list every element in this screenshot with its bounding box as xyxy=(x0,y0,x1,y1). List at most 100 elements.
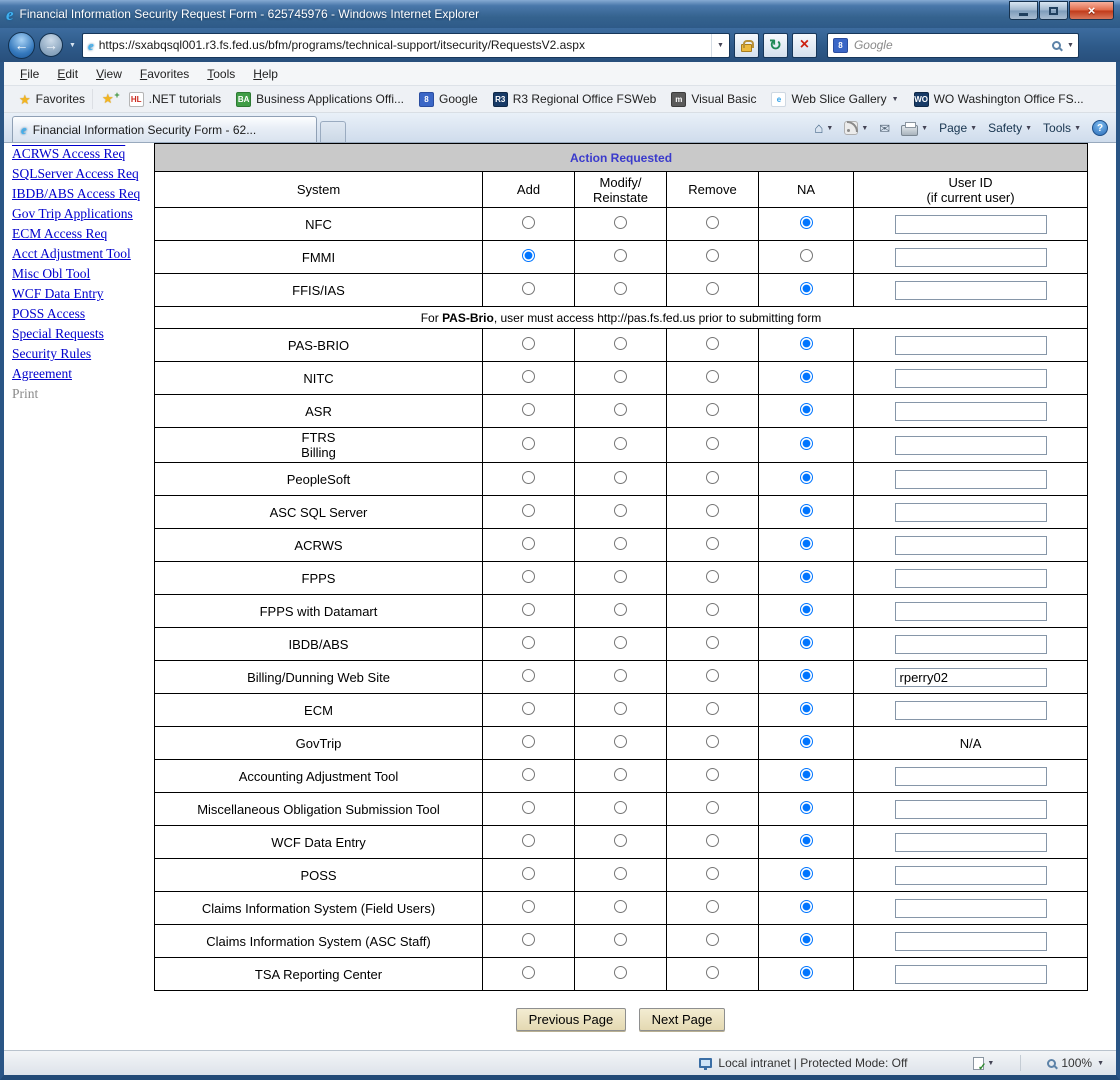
menu-view[interactable]: View xyxy=(88,64,130,84)
radio-nitc-add[interactable] xyxy=(522,370,535,383)
sidebar-link-ibdb-abs-access-req[interactable]: IBDB/ABS Access Req xyxy=(12,186,150,202)
stop-button[interactable]: × xyxy=(792,33,817,58)
history-chevron-icon[interactable]: ▼ xyxy=(67,42,78,49)
favorite-google[interactable]: 8Google xyxy=(413,89,484,110)
favorite-business-applications-offi[interactable]: BABusiness Applications Offi... xyxy=(230,89,410,110)
radio-miscellaneous-obligation-submission-tool-add[interactable] xyxy=(522,801,535,814)
tab-financial-security-form[interactable]: e Financial Information Security Form - … xyxy=(12,116,317,142)
page-menu-button[interactable]: Page ▼ xyxy=(939,121,977,135)
userid-input-nfc[interactable] xyxy=(895,215,1047,234)
userid-input-claims-information-system-asc-staff[interactable] xyxy=(895,932,1047,951)
radio-wcf-data-entry-na[interactable] xyxy=(800,834,813,847)
radio-peoplesoft-remove[interactable] xyxy=(706,471,719,484)
close-button[interactable]: × xyxy=(1069,1,1114,20)
radio-govtrip-add[interactable] xyxy=(522,735,535,748)
radio-asr-add[interactable] xyxy=(522,403,535,416)
radio-pas-brio-modify[interactable] xyxy=(614,337,627,350)
radio-acrws-modify[interactable] xyxy=(614,537,627,550)
radio-nfc-modify[interactable] xyxy=(614,216,627,229)
print-button[interactable]: ▼ xyxy=(901,121,928,136)
userid-input-poss[interactable] xyxy=(895,866,1047,885)
userid-input-asc-sql-server[interactable] xyxy=(895,503,1047,522)
radio-asr-modify[interactable] xyxy=(614,403,627,416)
radio-ecm-remove[interactable] xyxy=(706,702,719,715)
radio-asr-na[interactable] xyxy=(800,403,813,416)
radio-fpps-with-datamart-modify[interactable] xyxy=(614,603,627,616)
radio-ibdb-abs-modify[interactable] xyxy=(614,636,627,649)
userid-input-nitc[interactable] xyxy=(895,369,1047,388)
favorite-net-tutorials[interactable]: HL.NET tutorials xyxy=(123,89,227,110)
sidebar-link-security-rules[interactable]: Security Rules xyxy=(12,346,150,362)
favorite-r3-regional-office-fsweb[interactable]: R3R3 Regional Office FSWeb xyxy=(487,89,663,110)
radio-billing-dunning-web-site-add[interactable] xyxy=(522,669,535,682)
radio-ftrs-billing-add[interactable] xyxy=(522,437,535,450)
radio-fpps-with-datamart-na[interactable] xyxy=(800,603,813,616)
radio-wcf-data-entry-modify[interactable] xyxy=(614,834,627,847)
radio-acrws-na[interactable] xyxy=(800,537,813,550)
radio-govtrip-modify[interactable] xyxy=(614,735,627,748)
radio-accounting-adjustment-tool-modify[interactable] xyxy=(614,768,627,781)
userid-input-fmmi[interactable] xyxy=(895,248,1047,267)
read-mail-button[interactable]: ✉ xyxy=(879,122,890,135)
radio-ecm-add[interactable] xyxy=(522,702,535,715)
radio-ffis-ias-add[interactable] xyxy=(522,282,535,295)
radio-nfc-add[interactable] xyxy=(522,216,535,229)
radio-ibdb-abs-remove[interactable] xyxy=(706,636,719,649)
radio-asc-sql-server-add[interactable] xyxy=(522,504,535,517)
radio-fmmi-modify[interactable] xyxy=(614,249,627,262)
radio-asc-sql-server-remove[interactable] xyxy=(706,504,719,517)
userid-input-miscellaneous-obligation-submission-tool[interactable] xyxy=(895,800,1047,819)
radio-ftrs-billing-remove[interactable] xyxy=(706,437,719,450)
favorite-visual-basic[interactable]: mVisual Basic xyxy=(665,89,762,110)
sidebar-link-wcf-data-entry[interactable]: WCF Data Entry xyxy=(12,286,150,302)
add-favorites-button[interactable]: ★ + xyxy=(96,89,120,109)
url-text[interactable]: https://sxabqsql001.r3.fs.fed.us/bfm/pro… xyxy=(99,38,706,52)
radio-peoplesoft-add[interactable] xyxy=(522,471,535,484)
radio-claims-information-system-field-users-add[interactable] xyxy=(522,900,535,913)
maximize-button[interactable] xyxy=(1039,1,1068,20)
userid-input-ftrs-billing[interactable] xyxy=(895,436,1047,455)
radio-claims-information-system-asc-staff-add[interactable] xyxy=(522,933,535,946)
previous-page-button[interactable]: Previous Page xyxy=(516,1008,627,1031)
favorite-web-slice-gallery[interactable]: eWeb Slice Gallery▼ xyxy=(765,89,904,110)
tools-menu-button[interactable]: Tools ▼ xyxy=(1043,121,1081,135)
sidebar-link-ecm-access-req[interactable]: ECM Access Req xyxy=(12,226,150,242)
userid-input-fpps[interactable] xyxy=(895,569,1047,588)
userid-input-pas-brio[interactable] xyxy=(895,336,1047,355)
radio-govtrip-na[interactable] xyxy=(800,735,813,748)
address-bar[interactable]: e https://sxabqsql001.r3.fs.fed.us/bfm/p… xyxy=(82,33,730,58)
userid-input-accounting-adjustment-tool[interactable] xyxy=(895,767,1047,786)
favorite-wo-washington-office-fs[interactable]: WOWO Washington Office FS... xyxy=(908,89,1090,110)
sidebar-link-gov-trip-applications[interactable]: Gov Trip Applications xyxy=(12,206,150,222)
search-box[interactable]: 8 Google ▼ xyxy=(827,33,1079,58)
menu-favorites[interactable]: Favorites xyxy=(132,64,197,84)
sidebar-link-misc-obl-tool[interactable]: Misc Obl Tool xyxy=(12,266,150,282)
radio-peoplesoft-na[interactable] xyxy=(800,471,813,484)
safety-menu-button[interactable]: Safety ▼ xyxy=(988,121,1032,135)
help-button[interactable]: ? xyxy=(1092,120,1108,136)
radio-billing-dunning-web-site-na[interactable] xyxy=(800,669,813,682)
radio-govtrip-remove[interactable] xyxy=(706,735,719,748)
radio-tsa-reporting-center-na[interactable] xyxy=(800,966,813,979)
menu-edit[interactable]: Edit xyxy=(49,64,86,84)
radio-pas-brio-add[interactable] xyxy=(522,337,535,350)
radio-pas-brio-remove[interactable] xyxy=(706,337,719,350)
userid-input-acrws[interactable] xyxy=(895,536,1047,555)
userid-input-ffis-ias[interactable] xyxy=(895,281,1047,300)
userid-input-claims-information-system-field-users[interactable] xyxy=(895,899,1047,918)
radio-ftrs-billing-modify[interactable] xyxy=(614,437,627,450)
radio-poss-remove[interactable] xyxy=(706,867,719,880)
radio-nfc-na[interactable] xyxy=(800,216,813,229)
radio-claims-information-system-field-users-modify[interactable] xyxy=(614,900,627,913)
userid-input-tsa-reporting-center[interactable] xyxy=(895,965,1047,984)
feeds-button[interactable]: ▼ xyxy=(844,121,868,135)
radio-asc-sql-server-na[interactable] xyxy=(800,504,813,517)
radio-fpps-remove[interactable] xyxy=(706,570,719,583)
radio-asr-remove[interactable] xyxy=(706,403,719,416)
radio-ibdb-abs-add[interactable] xyxy=(522,636,535,649)
radio-claims-information-system-field-users-remove[interactable] xyxy=(706,900,719,913)
radio-claims-information-system-asc-staff-remove[interactable] xyxy=(706,933,719,946)
favorites-button[interactable]: ★ Favorites xyxy=(12,89,93,109)
radio-acrws-add[interactable] xyxy=(522,537,535,550)
compatibility-view-button[interactable]: ▼ xyxy=(973,1057,994,1070)
